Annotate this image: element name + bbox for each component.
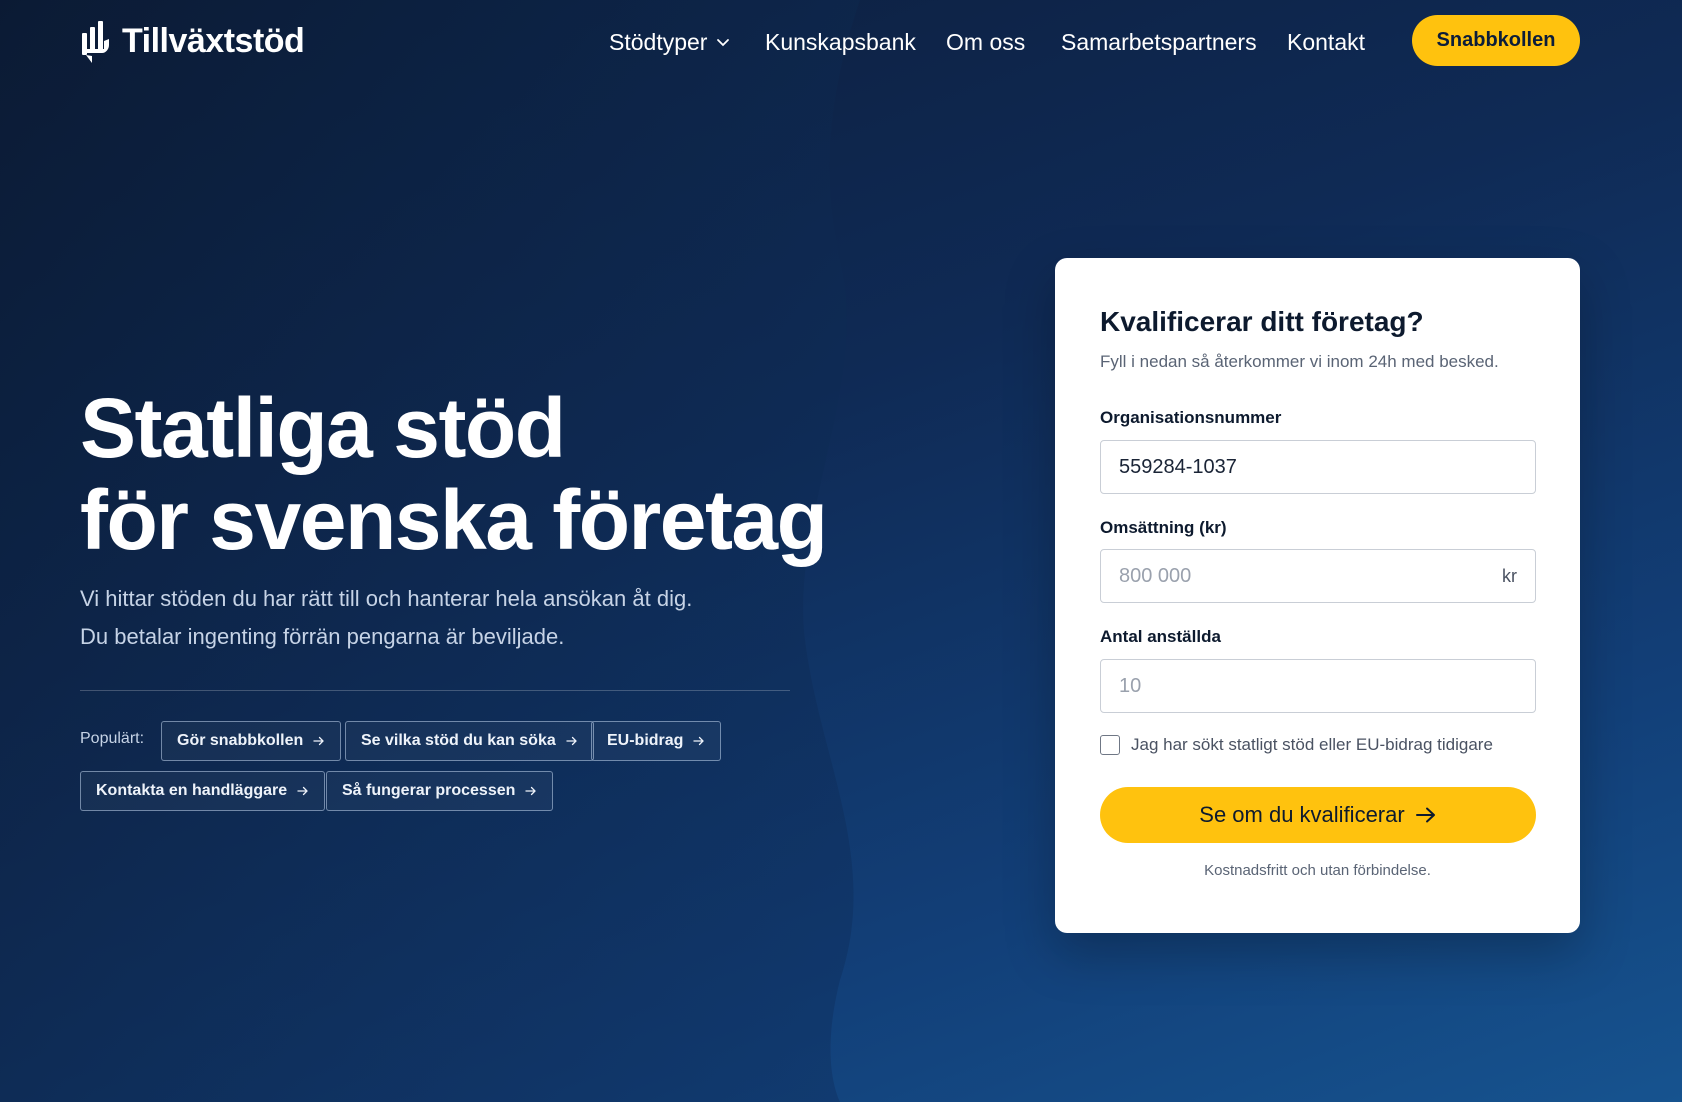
chip-gor-snabbkollen[interactable]: Gör snabbkollen bbox=[161, 721, 342, 761]
brand-logo[interactable]: Tillväxtstöd bbox=[80, 18, 305, 64]
chevron-down-icon bbox=[717, 39, 730, 47]
revenue-field[interactable]: kr bbox=[1100, 549, 1536, 603]
chip-label: EU-bidrag bbox=[607, 732, 684, 749]
org-number-field[interactable] bbox=[1100, 440, 1536, 494]
brand-name: Tillväxtstöd bbox=[122, 21, 305, 60]
employees-field[interactable] bbox=[1100, 659, 1536, 713]
popular-label: Populärt: bbox=[80, 730, 145, 747]
hero-divider bbox=[80, 690, 790, 691]
nav-item-samarbetspartners[interactable]: Samarbetspartners bbox=[1061, 22, 1257, 62]
chip-eu-bidrag[interactable]: EU-bidrag bbox=[591, 721, 722, 761]
arrow-right-icon bbox=[566, 736, 577, 746]
revenue-label: Omsättning (kr) bbox=[1100, 518, 1227, 537]
nav-item-kunskapsbank[interactable]: Kunskapsbank bbox=[765, 22, 916, 62]
hero-title-line-1: Statliga stöd bbox=[80, 381, 566, 475]
snabbkollen-button[interactable]: Snabbkollen bbox=[1412, 15, 1580, 66]
employees-input[interactable] bbox=[1119, 674, 1517, 698]
hero-subtitle: Vi hittar stöden du har rätt till och ha… bbox=[80, 586, 693, 649]
chip-label: Se vilka stöd du kan söka bbox=[361, 732, 556, 749]
nav-item-kontakt[interactable]: Kontakt bbox=[1287, 22, 1365, 62]
bar-chart-hand-icon bbox=[82, 21, 109, 63]
submit-label: Se om du kvalificerar bbox=[1199, 802, 1405, 827]
arrow-right-icon bbox=[693, 736, 705, 746]
employees-label: Antal anställda bbox=[1100, 627, 1221, 646]
form-footnote: Kostnadsfritt och utan förbindelse. bbox=[1204, 862, 1431, 879]
arrow-right-icon bbox=[297, 786, 309, 796]
arrow-right-icon bbox=[1415, 807, 1435, 823]
chip-label: Gör snabbkollen bbox=[177, 732, 304, 749]
nav-item-stodtyper[interactable]: Stödtyper bbox=[609, 22, 731, 62]
chip-se-vilka-stod[interactable]: Se vilka stöd du kan söka bbox=[345, 721, 594, 761]
nav-label: Stödtyper bbox=[609, 28, 708, 55]
site-header: Tillväxtstöd Stödtyper Kunskapsbank Om o… bbox=[0, 0, 1682, 84]
org-number-input[interactable] bbox=[1119, 455, 1517, 479]
chip-kontakta-handlaggare[interactable]: Kontakta en handläggare bbox=[80, 771, 326, 811]
hero-title: Statliga stöd för svenska företag bbox=[80, 382, 840, 566]
arrow-right-icon bbox=[525, 786, 537, 796]
chip-label: Så fungerar processen bbox=[342, 782, 516, 799]
revenue-suffix: kr bbox=[1502, 565, 1517, 586]
chip-label: Kontakta en handläggare bbox=[96, 782, 288, 799]
revenue-input[interactable] bbox=[1119, 564, 1494, 588]
qualification-form-card: Kvalificerar ditt företag? Fyll i nedan … bbox=[1055, 258, 1580, 933]
submit-button[interactable]: Se om du kvalificerar bbox=[1100, 787, 1536, 843]
arrow-right-icon bbox=[313, 736, 325, 746]
previous-application-label[interactable]: Jag har sökt statligt stöd eller EU-bidr… bbox=[1131, 735, 1493, 755]
chip-sa-fungerar-processen[interactable]: Så fungerar processen bbox=[326, 771, 554, 811]
nav-item-om-oss[interactable]: Om oss bbox=[946, 22, 1025, 62]
hero-title-line-2: för svenska företag bbox=[80, 473, 828, 567]
previous-application-checkbox[interactable] bbox=[1100, 735, 1120, 755]
org-number-label: Organisationsnummer bbox=[1100, 408, 1282, 427]
form-subtitle: Fyll i nedan så återkommer vi inom 24h m… bbox=[1100, 352, 1499, 371]
previous-application-row: Jag har sökt statligt stöd eller EU-bidr… bbox=[1100, 735, 1493, 755]
form-title: Kvalificerar ditt företag? bbox=[1100, 306, 1424, 337]
